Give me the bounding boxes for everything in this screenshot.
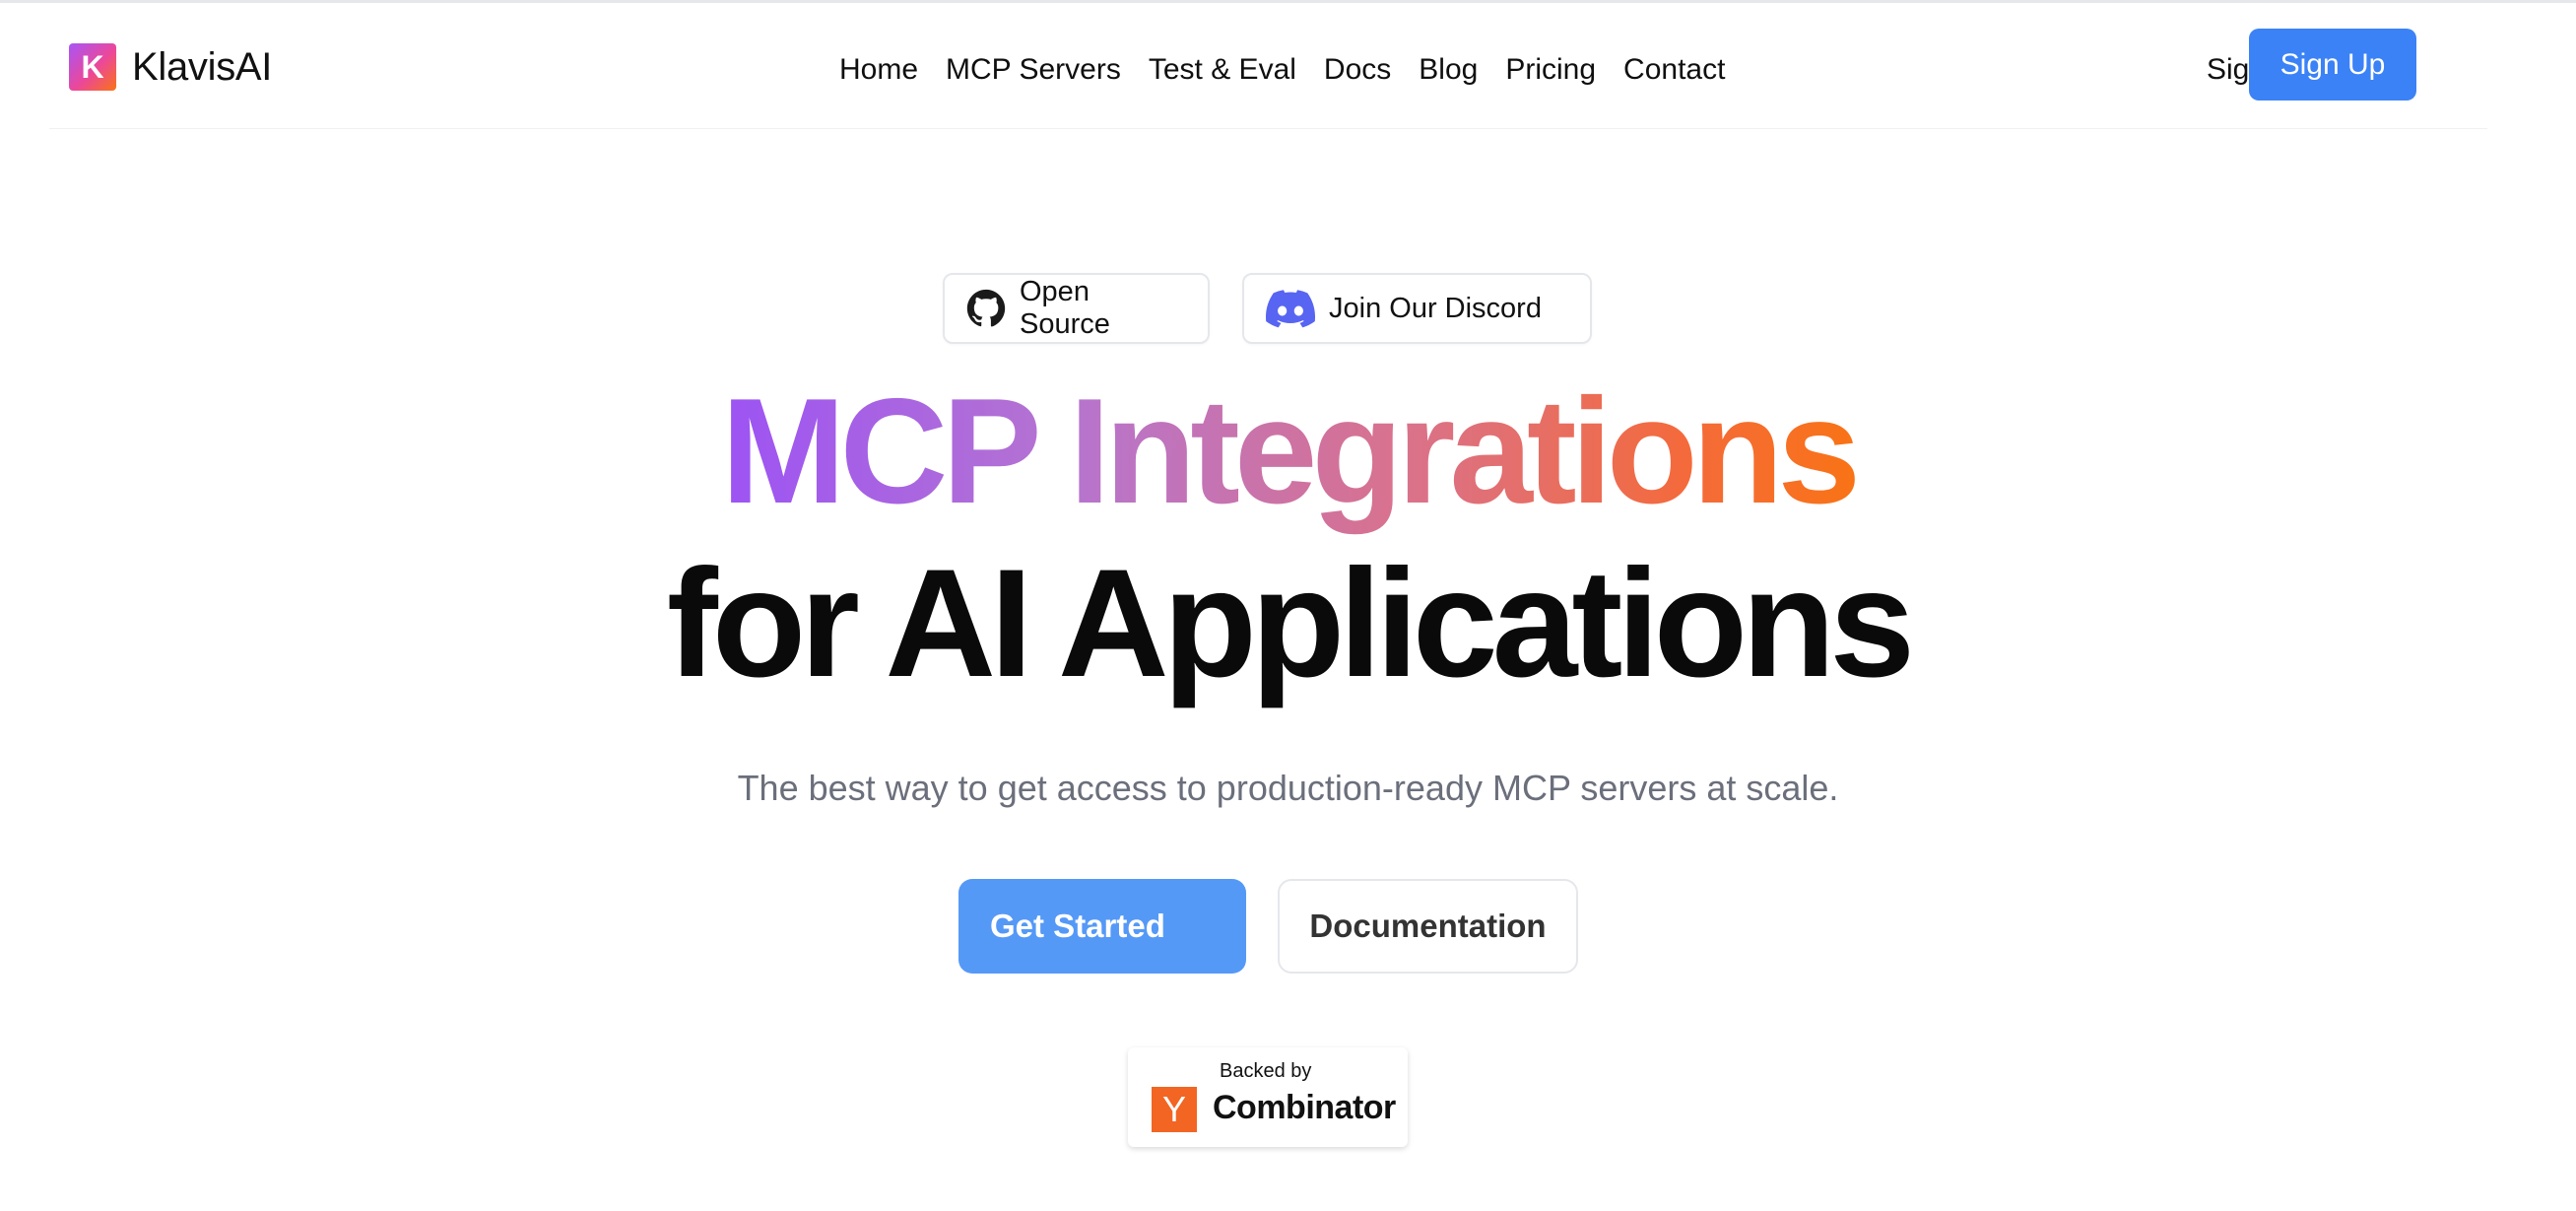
hero-gradient-text: MCP Integrations (720, 368, 1861, 535)
hero-subtitle: The best way to get access to production… (737, 768, 1839, 808)
nav-blog[interactable]: Blog (1405, 53, 1491, 87)
discord-label: Join Our Discord (1329, 292, 1542, 324)
open-source-label: Open Source (1020, 276, 1110, 340)
get-started-button[interactable]: Get Started (958, 879, 1246, 974)
nav-pricing[interactable]: Pricing (1491, 53, 1610, 87)
documentation-button[interactable]: Documentation (1278, 879, 1578, 974)
y-combinator-logo-icon: Y (1152, 1087, 1197, 1132)
discord-pill[interactable]: Join Our Discord (1242, 273, 1592, 344)
nav-docs[interactable]: Docs (1310, 53, 1405, 87)
site-header: K KlavisAI Home MCP Servers Test & Eval … (49, 3, 2487, 129)
yc-backed-badge[interactable]: Backed by Y Combinator (1128, 1047, 1408, 1147)
brand-logo[interactable]: K KlavisAI (69, 42, 272, 92)
nav-test-eval[interactable]: Test & Eval (1135, 53, 1310, 87)
github-icon (966, 289, 1006, 327)
hero-title-line-1: MCP Integrations (0, 363, 2576, 540)
nav-contact[interactable]: Contact (1610, 53, 1739, 87)
open-source-pill[interactable]: Open Source (943, 273, 1210, 344)
combinator-label: Combinator (1213, 1089, 1396, 1126)
brand-name: KlavisAI (132, 44, 273, 89)
discord-icon (1266, 290, 1315, 328)
brand-mark-icon: K (69, 43, 116, 91)
nav-mcp-servers[interactable]: MCP Servers (932, 53, 1135, 87)
main-nav: Home MCP Servers Test & Eval Docs Blog P… (826, 48, 1739, 92)
hero-title-line-2: for AI Applications (666, 538, 1915, 709)
nav-home[interactable]: Home (826, 53, 932, 87)
backed-by-label: Backed by (1220, 1060, 1312, 1082)
sign-up-button[interactable]: Sign Up (2249, 29, 2416, 101)
